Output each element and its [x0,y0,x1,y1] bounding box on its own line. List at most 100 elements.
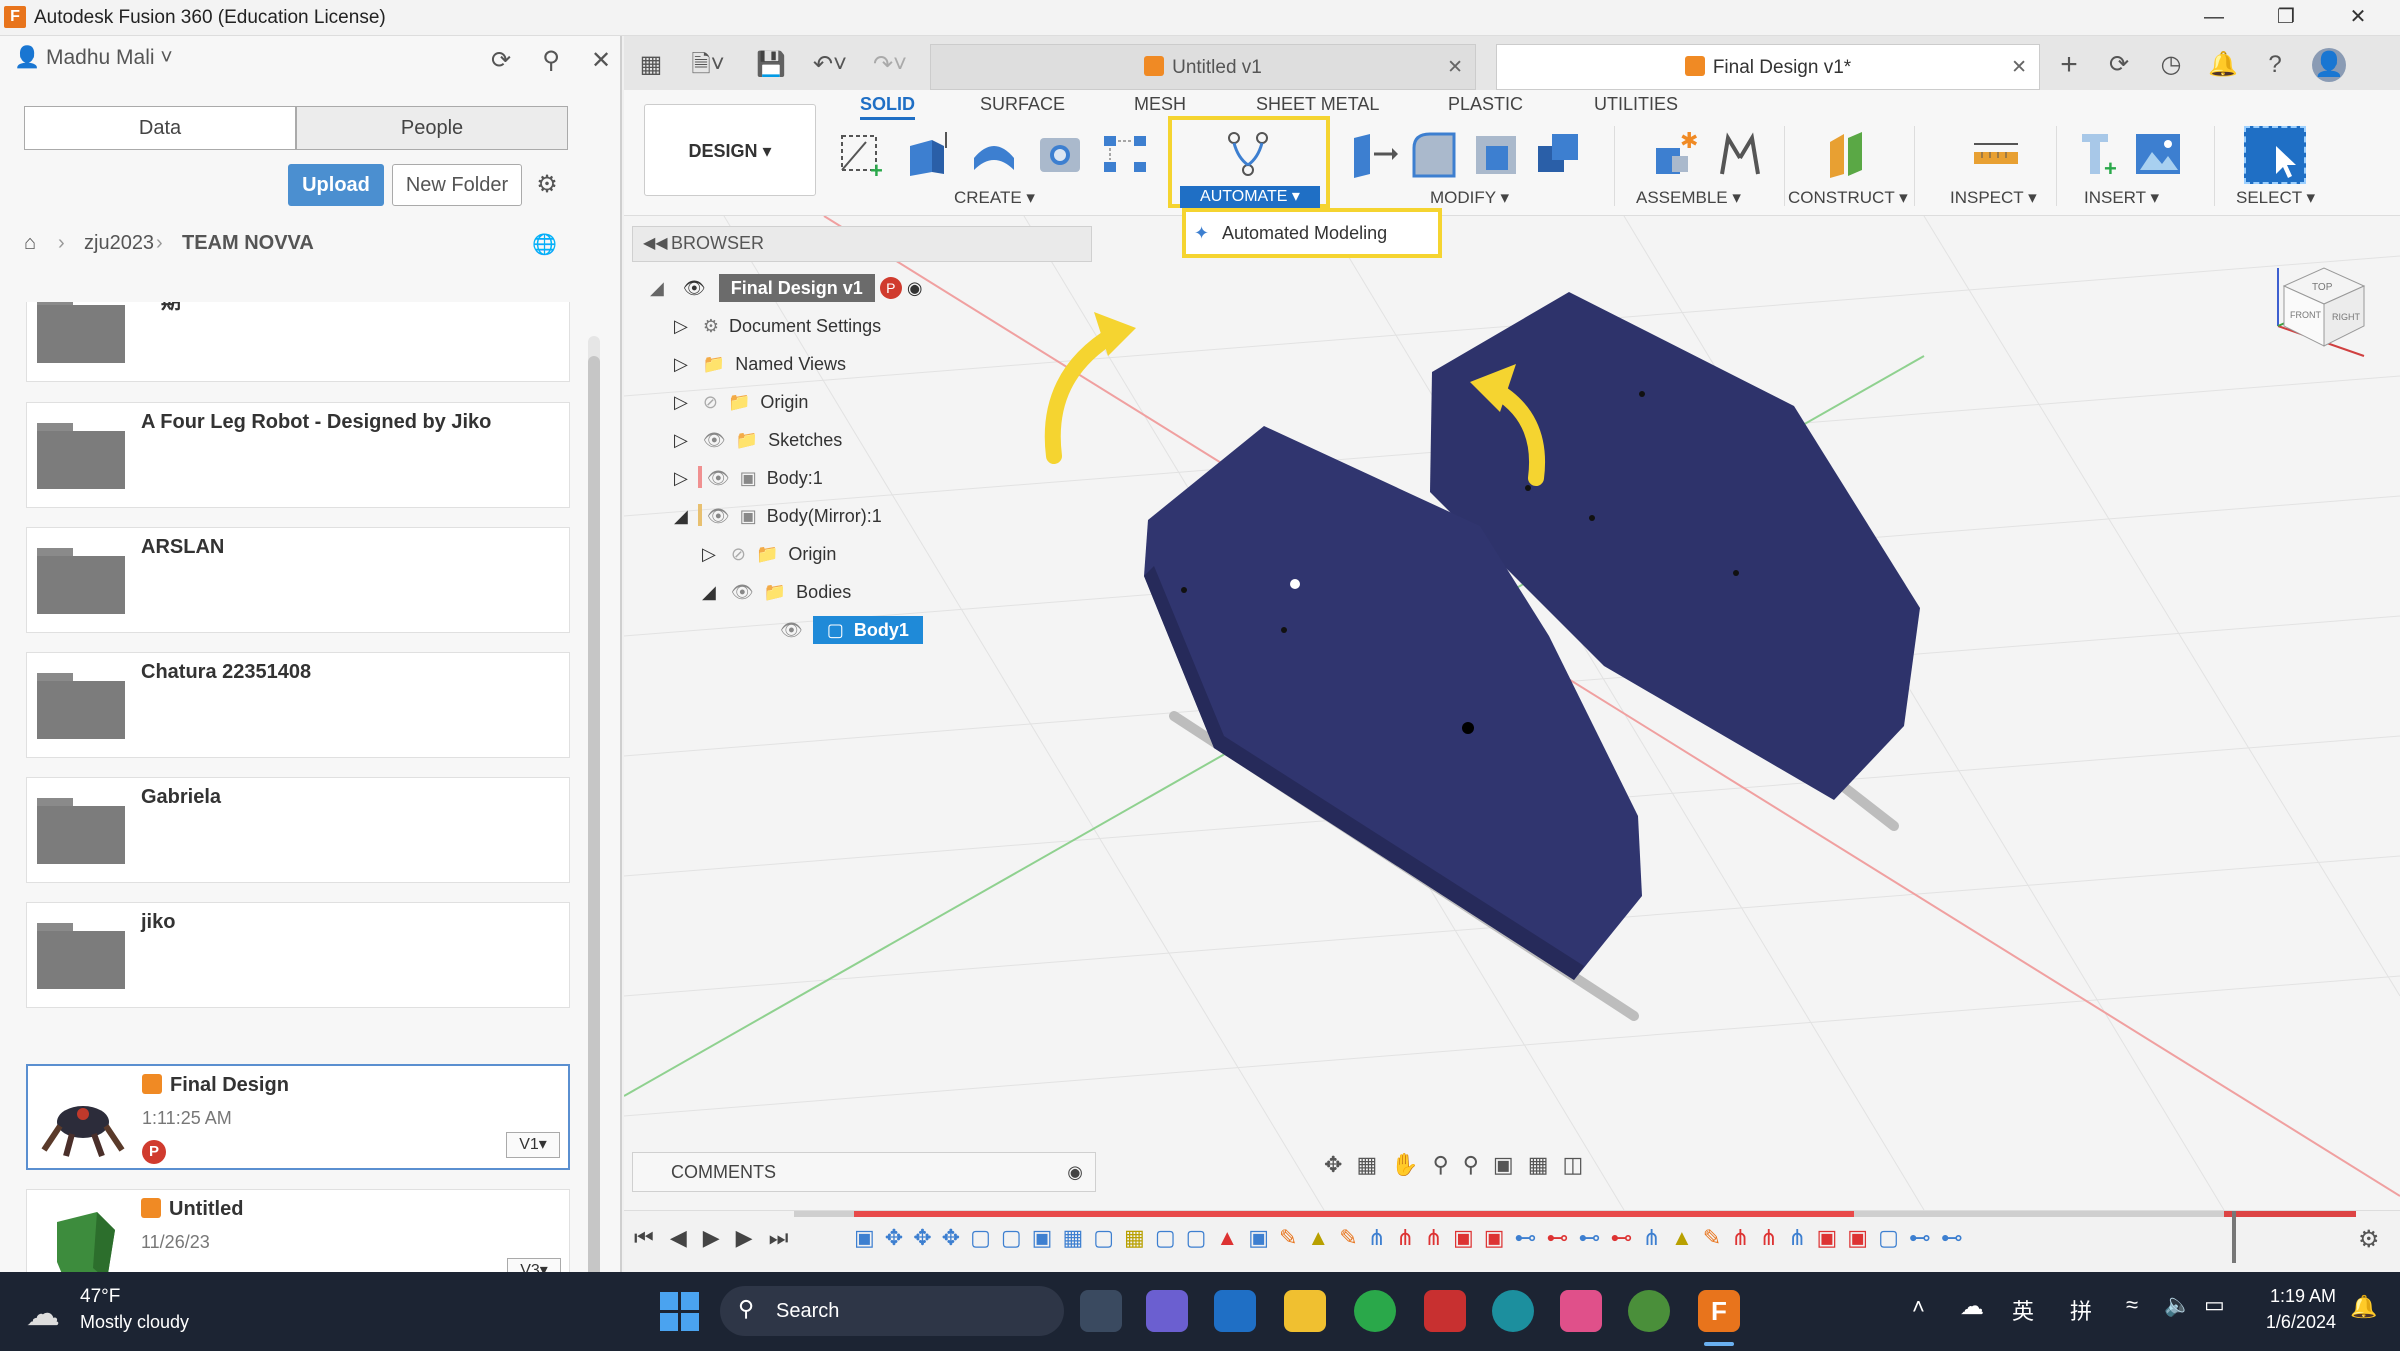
tab-final-design[interactable]: Final Design v1* ✕ [1496,44,2040,90]
add-comment-icon[interactable]: ◉ [1067,1153,1083,1191]
inspect-group-label[interactable]: INSPECT ▾ [1950,188,2037,208]
skip-end-icon[interactable]: ⏭ [769,1225,805,1250]
pan-icon[interactable]: ✋ [1391,1152,1432,1177]
comments-panel[interactable]: COMMENTS ◉ [632,1152,1096,1192]
list-item[interactable]: Gabriela [26,777,570,883]
version-dropdown[interactable]: V1▾ [506,1132,560,1158]
new-folder-button[interactable]: New Folder [392,164,522,206]
tab-sheet-metal[interactable]: SHEET METAL [1256,94,1379,115]
version-dropdown[interactable]: V3▾ [507,1258,561,1272]
tab-solid[interactable]: SOLID [860,94,916,120]
list-item[interactable]: ARSLAN [26,527,570,633]
user-menu[interactable]: 👤 Madhu Mali ˅ [14,46,173,70]
timeline-marker[interactable] [2232,1211,2236,1263]
start-button[interactable] [660,1292,700,1332]
globe-icon[interactable]: 🌐 [532,232,557,257]
step-back-icon[interactable]: ◀ [670,1225,703,1250]
combine-icon[interactable] [1532,128,1584,180]
notification-bell-icon[interactable]: 🔔 [2350,1294,2377,1320]
tab-surface[interactable]: SURFACE [980,94,1065,115]
avatar[interactable]: 👤 [2312,48,2346,82]
tree-row[interactable]: ▷ 📁 Named Views [674,346,846,382]
help-icon[interactable]: ? [2258,48,2292,82]
notifications-icon[interactable]: 🔔 [2206,48,2240,82]
list-item[interactable]: Chatura 22351408 [26,652,570,758]
skip-start-icon[interactable]: ⏮ [634,1225,670,1250]
automate-icon[interactable] [1222,128,1274,180]
ime-pinyin[interactable]: 拼 [2070,1294,2092,1326]
list-item[interactable]: 一期 [26,302,570,382]
breadcrumb-item[interactable]: zju2023 [84,232,154,255]
wechat-icon[interactable] [1354,1290,1396,1332]
upload-button[interactable]: Upload [288,164,384,206]
automated-modeling-menu-item[interactable]: ✦ Automated Modeling [1182,208,1442,258]
restore-icon[interactable]: ❐ [2250,0,2322,36]
zoom-icon[interactable]: ⚲ [1433,1152,1463,1177]
select-group-label[interactable]: SELECT ▾ [2236,188,2315,208]
orbit-icon[interactable]: ✥ [1324,1152,1356,1177]
tab-utilities[interactable]: UTILITIES [1594,94,1678,115]
workspace-switcher[interactable]: DESIGN ▾ [644,104,816,196]
tree-root[interactable]: ◢ 👁 Final Design v1 P ◉ [650,270,1080,306]
construct-group-label[interactable]: CONSTRUCT ▾ [1788,188,1908,208]
edge-icon[interactable] [1492,1290,1534,1332]
hole-icon[interactable] [1034,128,1086,180]
list-item[interactable]: Untitled 11/26/23 V3▾ [26,1189,570,1272]
modify-group-label[interactable]: MODIFY ▾ [1430,188,1509,208]
minimize-icon[interactable]: — [2178,0,2250,36]
display-settings-icon[interactable]: ▣ [1493,1152,1528,1177]
search-icon[interactable]: ⚲ [536,46,566,75]
teams-chat-icon[interactable] [1146,1290,1188,1332]
tree-row[interactable]: ▷ 👁 📁 Sketches [674,422,842,458]
shell-icon[interactable] [1470,128,1522,180]
job-status-icon[interactable]: ◷ [2154,48,2188,82]
taskbar-search[interactable]: ⚲ Search [720,1286,1064,1336]
list-item[interactable]: A Four Leg Robot - Designed by Jiko [26,402,570,508]
figma-icon[interactable] [1560,1290,1602,1332]
select-icon[interactable] [2244,126,2306,184]
pattern-icon[interactable] [1100,128,1152,180]
canvas-image-icon[interactable] [2132,128,2184,180]
tab-data[interactable]: Data [24,106,296,150]
tree-row-selected[interactable]: 👁 ▢ Body1 [780,612,923,648]
wifi-icon[interactable]: ≈ [2126,1292,2138,1318]
clock-time[interactable]: 1:19 AM [2256,1286,2336,1307]
assemble-group-label[interactable]: ASSEMBLE ▾ [1636,188,1741,208]
scrollbar-thumb[interactable] [588,356,600,1296]
fillet-icon[interactable] [1408,128,1460,180]
battery-icon[interactable]: ▭ [2204,1292,2225,1318]
insert-derive-icon[interactable]: + [2074,128,2126,180]
viewports-icon[interactable]: ◫ [1562,1152,1597,1177]
extensions-icon[interactable]: ⟳ [2102,48,2136,82]
tree-row[interactable]: ▷ 👁 ▣ Body:1 [674,460,823,496]
task-view-icon[interactable] [1080,1290,1122,1332]
chevron-up-icon[interactable]: ˄ [1912,1294,1925,1320]
tree-row[interactable]: ▷ ⚙ Document Settings [674,308,881,344]
new-component-icon[interactable]: ✱ [1650,128,1702,180]
look-at-icon[interactable]: ▦ [1356,1152,1391,1177]
close-panel-icon[interactable]: ✕ [586,46,616,75]
fusion-360-icon[interactable]: F [1698,1290,1740,1332]
new-tab-icon[interactable]: + [2052,48,2086,82]
close-window-icon[interactable]: ✕ [2322,0,2394,36]
list-item-selected[interactable]: Final Design 1:11:25 AM P V1▾ [26,1064,570,1170]
joint-icon[interactable] [1714,128,1766,180]
tab-mesh[interactable]: MESH [1134,94,1186,115]
automate-group-label[interactable]: AUTOMATE ▾ [1180,186,1320,208]
view-cube[interactable]: TOP FRONT RIGHT [2264,246,2384,366]
create-group-label[interactable]: CREATE ▾ [954,188,1035,208]
offset-plane-icon[interactable] [1822,128,1874,180]
timeline-features[interactable]: ▣✥✥✥▢▢▣▦▢▦▢▢▲▣✎▲✎⋔⋔⋔▣▣⊷⊷⊷⊷⋔▲✎⋔⋔⋔▣▣▢⊷⊷ [854,1225,2254,1261]
press-pull-icon[interactable] [1346,128,1398,180]
file-menu-icon[interactable]: 🗎˅ [686,48,730,82]
clock-date[interactable]: 1/6/2024 [2240,1312,2336,1333]
collapse-icon[interactable]: ◀◀ [643,233,668,253]
app-grid-icon[interactable]: ▦ [634,48,668,82]
tab-plastic[interactable]: PLASTIC [1448,94,1523,115]
timeline-settings-icon[interactable]: ⚙ [2358,1225,2380,1254]
tab-people[interactable]: People [296,106,568,150]
create-sketch-icon[interactable]: + [836,128,888,180]
list-item[interactable]: jiko [26,902,570,1008]
home-icon[interactable]: ⌂ [24,232,36,255]
ime-english[interactable]: 英 [2012,1294,2034,1326]
